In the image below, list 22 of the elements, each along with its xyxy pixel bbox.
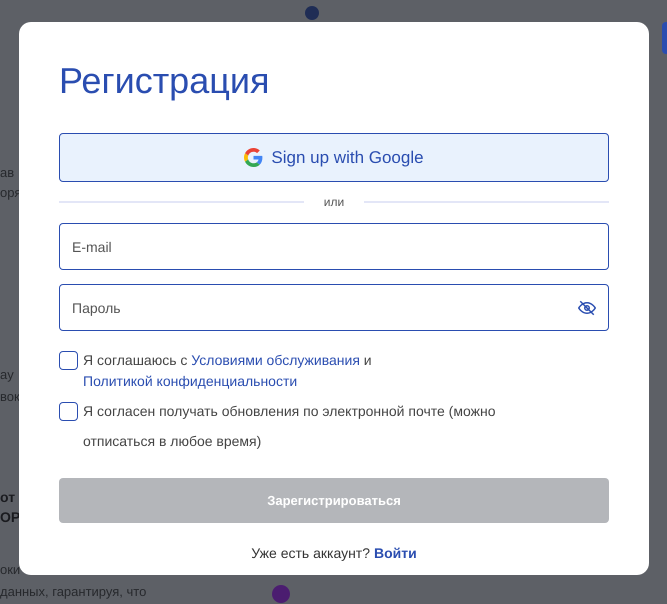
login-link[interactable]: Войти xyxy=(374,543,417,564)
dialog-title: Регистрация xyxy=(59,59,270,103)
background-text: ay xyxy=(0,368,14,381)
terms-link[interactable]: Условиями обслуживания xyxy=(191,352,360,368)
account-prompt: Уже есть аккаунт? xyxy=(251,544,370,563)
consent-label: Я соглашаюсь с Условиями обслуживания и Политикой конфиденциальности xyxy=(83,351,373,391)
email-field[interactable]: E-mail xyxy=(59,223,609,270)
google-signup-button[interactable]: Sign up with Google xyxy=(59,133,609,182)
google-g-icon xyxy=(244,148,264,167)
background-text: от xyxy=(0,490,16,504)
background-text: ОР xyxy=(0,510,20,524)
consent-label: Я согласен получать обновления по электронной почте (можно отписаться в любое время) xyxy=(83,402,496,451)
background-text: оки xyxy=(0,563,20,576)
eye-slash-icon[interactable] xyxy=(578,300,596,316)
terms-link[interactable]: Политикой конфиденциальности xyxy=(83,373,298,389)
background-text: данных, гарантируя, что xyxy=(0,585,146,598)
background-text: ав xyxy=(0,166,14,179)
background-text: вок xyxy=(0,390,20,403)
password-field[interactable]: Пароль xyxy=(59,284,609,331)
checkbox[interactable] xyxy=(59,351,78,370)
checkbox[interactable] xyxy=(59,402,78,421)
separator-text: или xyxy=(324,194,344,211)
